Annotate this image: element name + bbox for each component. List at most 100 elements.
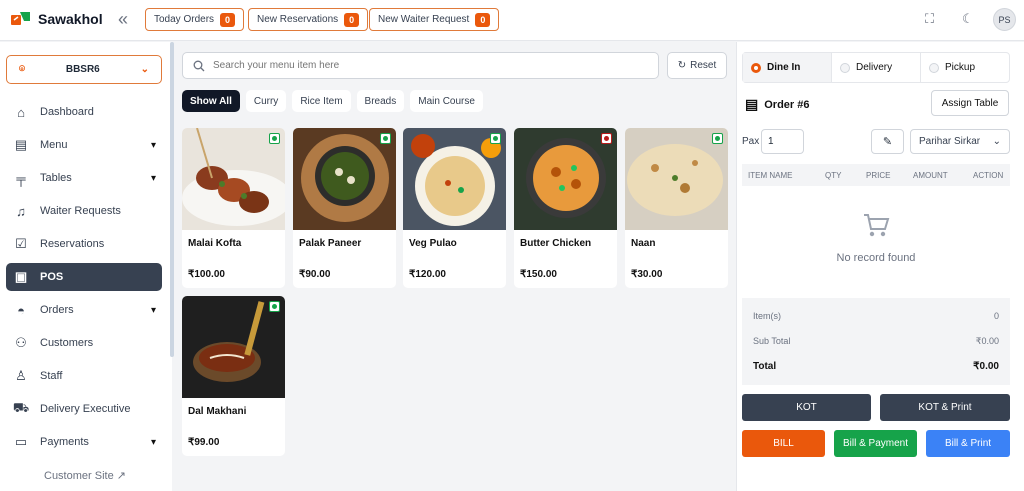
sidebar-item-pos[interactable]: ▣ POS [6, 263, 162, 291]
menu-item-card[interactable]: Dal Makhani ₹99.00 [182, 296, 285, 456]
sidebar-item-reservations[interactable]: ☑ Reservations [6, 230, 162, 258]
menu-item-price: ₹30.00 [631, 269, 663, 280]
chevron-down-icon: ▾ [150, 172, 156, 184]
users-icon: ⚇ [15, 335, 27, 350]
sidebar-item-menu[interactable]: ▤ Menu ▾ [6, 131, 162, 159]
chevron-down-icon: ▾ [150, 436, 156, 448]
sidebar-item-staff[interactable]: ♙ Staff [6, 362, 162, 390]
collapse-sidebar-icon[interactable]: « [118, 9, 128, 30]
bill-payment-button[interactable]: Bill & Payment [834, 430, 917, 457]
bill-button[interactable]: BILL [742, 430, 825, 457]
order-type-dine-in[interactable]: Dine In [743, 53, 832, 82]
assign-table-button[interactable]: Assign Table [931, 90, 1009, 116]
sidebar-item-label: Customers [40, 337, 94, 349]
edit-note-button[interactable]: ✎ [871, 129, 904, 154]
pax-input[interactable]: 1 [761, 129, 804, 154]
sidebar-item-orders[interactable]: ◓ Orders ▾ [6, 296, 162, 324]
logo[interactable]: Sawakhol [10, 10, 103, 28]
sidebar-item-waiter-requests[interactable]: ♫ Waiter Requests [6, 197, 162, 225]
sidebar-item-label: Tables [40, 172, 72, 184]
reset-button[interactable]: ↻ Reset [667, 52, 727, 79]
scooter-icon: ⛟ [12, 400, 30, 415]
sidebar-item-delivery-executive[interactable]: ⛟ Delivery Executive [6, 395, 162, 423]
order-type-delivery[interactable]: Delivery [832, 53, 921, 82]
sidebar-item-label: Payments [40, 436, 89, 448]
new-reservations-button[interactable]: New Reservations 0 [248, 8, 369, 31]
total-row: Total ₹0.00 [753, 361, 999, 372]
logo-icon [11, 12, 30, 25]
menu-item-card[interactable]: Malai Kofta ₹100.00 [182, 128, 285, 288]
sidebar-item-customers[interactable]: ⚇ Customers [6, 329, 162, 357]
new-reservations-label: New Reservations [257, 14, 339, 25]
waiter-select[interactable]: Parihar Sirkar ⌄ [910, 129, 1010, 154]
refresh-icon: ↻ [677, 60, 687, 71]
order-panel: Dine In Delivery Pickup ▤ Order #6 Assig… [736, 42, 1024, 491]
sidebar-item-label: Reservations [40, 238, 105, 250]
fullscreen-icon[interactable]: ⛶ [925, 11, 934, 27]
wallet-icon: ▭ [14, 434, 28, 449]
menu-item-price: ₹150.00 [520, 269, 557, 280]
menu-panel: ↻ Reset Show All Curry Rice Item Breads … [174, 42, 736, 491]
search-icon [193, 60, 205, 71]
calendar-check-icon: ☑ [15, 236, 27, 251]
sidebar-item-dashboard[interactable]: ⌂ Dashboard [6, 98, 162, 126]
new-waiter-request-button[interactable]: New Waiter Request 0 [369, 8, 500, 31]
veg-indicator-icon [712, 133, 723, 144]
cloche-icon: ◓ [17, 302, 25, 318]
kot-print-button[interactable]: KOT & Print [880, 394, 1010, 421]
today-orders-label: Today Orders [154, 14, 215, 25]
staff-icon: ♙ [15, 368, 27, 383]
customer-site-label: Customer Site [44, 470, 114, 482]
radio-icon [929, 62, 939, 73]
category-tab-breads[interactable]: Breads [356, 90, 405, 112]
chevron-down-icon: ⌄ [992, 136, 1001, 147]
category-tab-curry[interactable]: Curry [245, 90, 287, 112]
chevron-down-icon: ▾ [150, 304, 156, 316]
category-tab-rice-item[interactable]: Rice Item [292, 90, 351, 112]
category-tab-main-course[interactable]: Main Course [410, 90, 483, 112]
order-title: ▤ Order #6 [745, 96, 809, 113]
veg-indicator-icon [269, 301, 280, 312]
column-header: ITEM NAME [748, 170, 793, 180]
home-icon: ⌂ [17, 104, 25, 120]
customer-site-link[interactable]: Customer Site ↗ [44, 469, 126, 482]
sidebar-item-label: Dashboard [40, 106, 94, 118]
today-orders-button[interactable]: Today Orders 0 [145, 8, 245, 31]
order-summary: Item(s) 0 Sub Total ₹0.00 Total ₹0.00 [742, 298, 1010, 385]
bill-print-button[interactable]: Bill & Print [926, 430, 1010, 457]
sidebar-item-label: Orders [40, 304, 74, 316]
order-type-pickup[interactable]: Pickup [921, 53, 1009, 82]
menu-item-card[interactable]: Veg Pulao ₹120.00 [403, 128, 506, 288]
subtotal-row: Sub Total ₹0.00 [753, 336, 999, 347]
radio-icon [840, 62, 850, 73]
external-link-icon: ↗ [116, 470, 126, 482]
menu-item-card[interactable]: Butter Chicken ₹150.00 [514, 128, 617, 288]
order-type-label: Delivery [856, 62, 893, 73]
menu-item-name: Butter Chicken [520, 238, 592, 249]
search-box[interactable] [182, 52, 659, 79]
location-selector[interactable]: ⌾ BBSR6 ⌄ [6, 55, 162, 84]
menu-item-name: Palak Paneer [299, 238, 362, 249]
menu-item-card[interactable]: Palak Paneer ₹90.00 [293, 128, 396, 288]
veg-indicator-icon [269, 133, 280, 144]
app-name: Sawakhol [38, 11, 103, 27]
dark-mode-moon-icon[interactable]: ☾ [962, 11, 974, 27]
column-header: PRICE [866, 170, 891, 180]
menu-item-card[interactable]: Naan ₹30.00 [625, 128, 728, 288]
menu-item-price: ₹120.00 [409, 269, 446, 280]
order-type-label: Pickup [945, 62, 976, 73]
kot-button[interactable]: KOT [742, 394, 871, 421]
sidebar-item-payments[interactable]: ▭ Payments ▾ [6, 428, 162, 456]
order-table-header: ITEM NAME QTY PRICE AMOUNT ACTION [742, 164, 1010, 186]
avatar[interactable]: PS [993, 8, 1016, 31]
category-tab-show-all[interactable]: Show All [182, 90, 240, 112]
sidebar-item-tables[interactable]: ╤ Tables ▾ [6, 164, 162, 192]
chevron-down-icon: ▾ [150, 139, 156, 151]
sidebar-item-label: Menu [40, 139, 68, 151]
search-input[interactable] [213, 60, 648, 71]
nonveg-indicator-icon [601, 133, 612, 144]
items-value: 0 [993, 311, 999, 321]
empty-state-text: No record found [836, 252, 916, 264]
sidebar-item-label: Staff [40, 370, 63, 382]
chevron-down-icon: ⌄ [140, 64, 149, 75]
